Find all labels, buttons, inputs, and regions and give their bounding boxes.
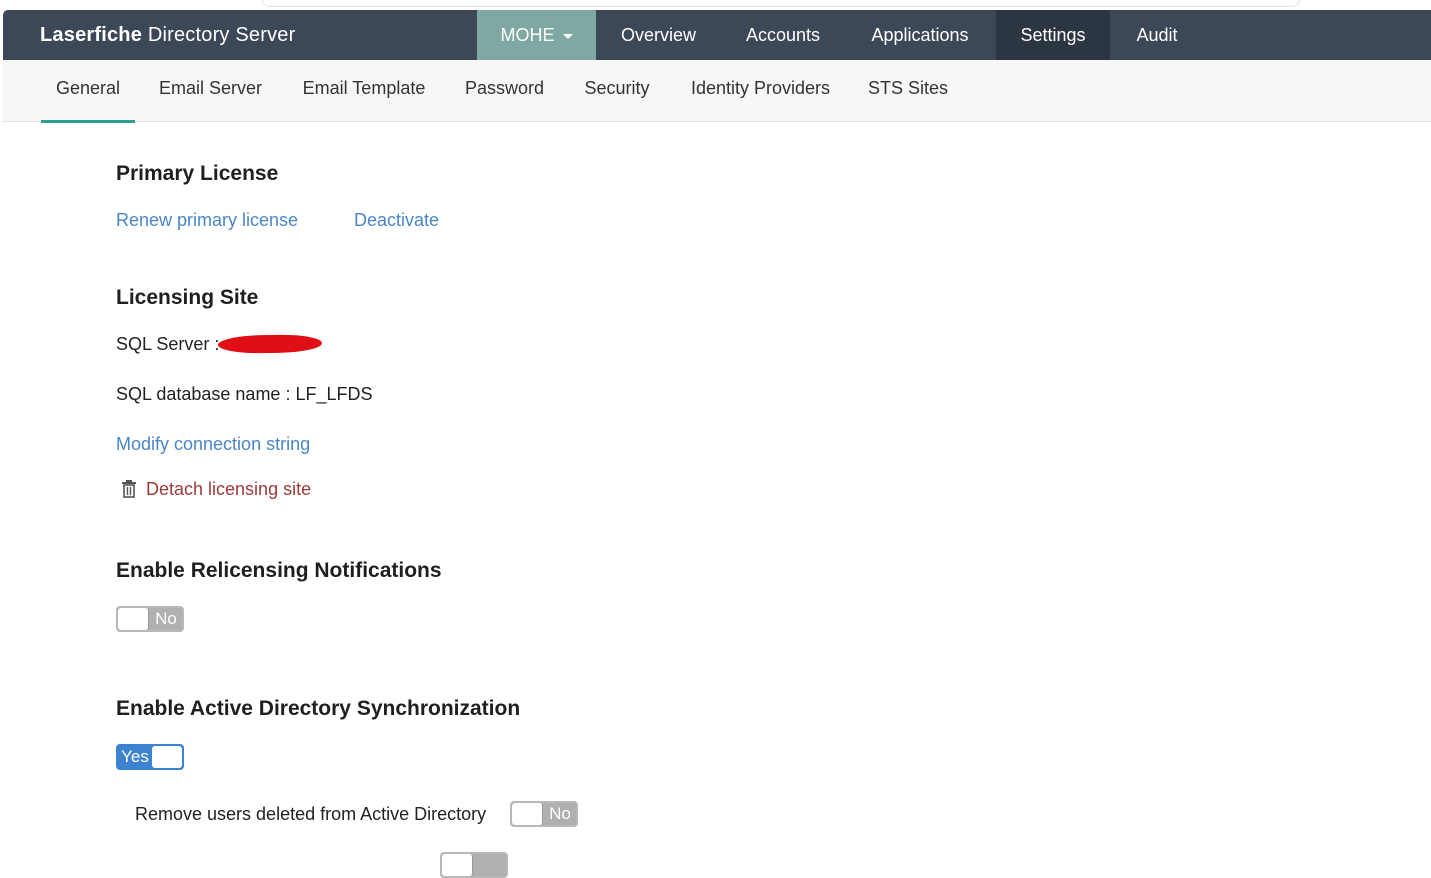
next-setting-toggle-partial[interactable] [440,852,508,878]
tab-sts-sites[interactable]: STS Sites [860,60,956,121]
nav-audit[interactable]: Audit [1110,10,1204,60]
trash-icon [120,479,138,503]
brand-name-bold: Laserfiche [40,24,143,46]
deactivate-link[interactable]: Deactivate [354,210,439,231]
detach-licensing-site-link[interactable]: Detach licensing site [120,479,311,503]
tab-general[interactable]: General [41,60,135,123]
sql-server-label: SQL Server : [116,334,220,354]
toggle-knob [442,854,473,876]
tab-email-template[interactable]: Email Template [286,60,442,121]
app-brand[interactable]: Laserfiche Directory Server [40,10,296,60]
nav-applications[interactable]: Applications [845,10,995,60]
toggle-state-label: No [155,609,177,628]
ad-sync-heading: Enable Active Directory Synchronization [116,697,521,720]
brand-name-rest: Directory Server [142,24,296,46]
detach-licensing-site-label: Detach licensing site [146,479,312,499]
nav-accounts[interactable]: Accounts [721,10,845,60]
relicensing-heading: Enable Relicensing Notifications [116,559,442,582]
modify-connection-string-link[interactable]: Modify connection string [116,434,310,455]
org-dropdown[interactable]: MOHE [477,10,596,60]
caret-down-icon [562,33,573,39]
toggle-knob [512,803,543,825]
toggle-state-label: Yes [121,747,149,766]
tab-identity-providers[interactable]: Identity Providers [676,60,845,121]
remove-users-label: Remove users deleted from Active Directo… [135,804,487,824]
primary-license-heading: Primary License [116,162,279,185]
org-dropdown-label: MOHE [500,25,555,45]
settings-subnav: General Email Server Email Template Pass… [3,60,1431,123]
browser-top-strip [0,0,1431,10]
top-navbar: Laserfiche Directory Server MOHE Overvie… [3,10,1431,60]
sql-database-name: SQL database name : LF_LFDS [116,384,373,404]
toggle-state-label: No [549,804,571,823]
nav-overview[interactable]: Overview [596,10,721,60]
tab-security[interactable]: Security [571,60,663,121]
toggle-knob [152,746,182,768]
remove-users-toggle[interactable]: No [510,801,578,827]
tab-password[interactable]: Password [453,60,556,121]
toggle-knob [118,608,149,630]
licensing-site-heading: Licensing Site [116,286,259,309]
relicensing-toggle[interactable]: No [116,606,184,632]
ad-sync-toggle[interactable]: Yes [116,744,184,770]
tab-email-server[interactable]: Email Server [145,60,276,121]
nav-settings[interactable]: Settings [996,10,1110,60]
renew-primary-license-link[interactable]: Renew primary license [116,210,298,231]
browser-address-pill [262,0,1300,7]
